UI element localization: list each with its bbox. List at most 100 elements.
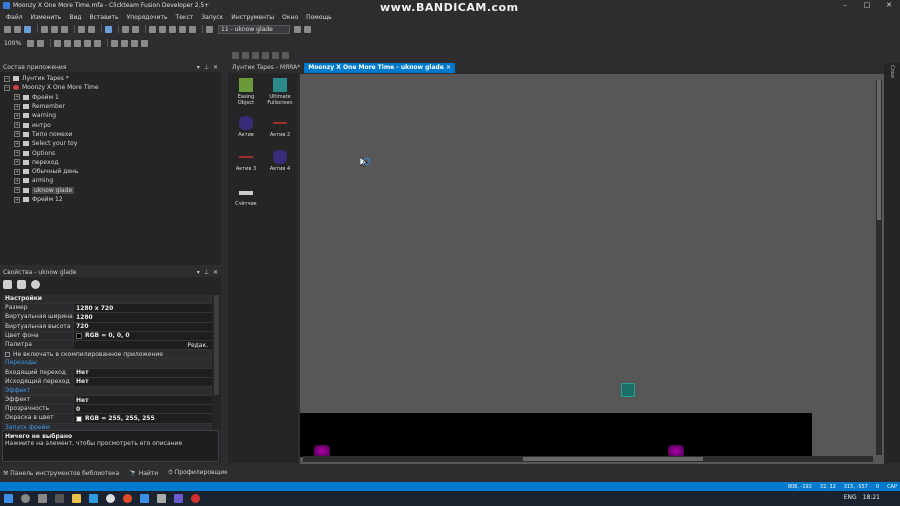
frame-select[interactable]: 11 - uknow glade [218,24,290,34]
exclude-checkbox[interactable] [5,351,10,357]
object-active[interactable]: Актив [230,116,262,138]
undo-icon[interactable] [78,25,85,33]
expand-toggle-icon[interactable]: + [14,187,20,194]
language-indicator[interactable]: ENG [844,494,857,501]
runtime-options-icon[interactable] [17,279,26,289]
tree-item[interactable]: − Лунтик Tapes * [0,74,221,83]
grid-icon[interactable] [232,51,239,59]
prop-size-value[interactable]: 1280 x 720 [74,304,212,314]
start-windows-icon[interactable] [4,494,13,503]
redo-icon[interactable] [88,25,95,33]
menu-tools[interactable]: Инструменты [231,14,274,21]
expand-toggle-icon[interactable]: + [14,140,20,147]
search-icon[interactable] [21,494,30,503]
palette-edit-button[interactable]: Редак. [187,342,208,349]
save-icon[interactable] [24,25,31,33]
file-explorer-icon[interactable] [72,494,81,503]
expand-toggle-icon[interactable]: + [14,94,20,101]
clickteam-fusion-icon[interactable] [174,494,183,503]
menu-text[interactable]: Текст [176,14,194,21]
align-icon[interactable] [262,51,269,59]
options-icon[interactable] [282,51,289,59]
next-frame-icon[interactable] [304,25,311,33]
task-view-icon[interactable] [38,494,47,503]
tree-item[interactable]: + uknow glade [0,186,221,195]
tree-item[interactable]: + Options [0,148,221,157]
section-transitions[interactable]: Переходы [2,359,212,369]
clock[interactable]: 18:21 [863,494,880,501]
tree-item[interactable]: − Moonzy X One More Time [0,83,221,92]
tab-luntik-tapes[interactable]: Лунтик Tapes - МЯRA* [228,63,305,73]
minimize-button[interactable]: – [834,0,856,11]
tree-item[interactable]: + Фрейм 12 [0,195,221,204]
expand-toggle-icon[interactable]: + [14,112,20,119]
section-effect[interactable]: Эффект [2,386,212,397]
prop-tint-value[interactable]: RGB = 255, 255, 255 [74,414,212,424]
vertical-scrollbar[interactable] [876,80,882,455]
font-icon[interactable] [54,39,62,47]
close-button[interactable]: ✕ [878,0,900,11]
about-info-icon[interactable] [31,279,40,289]
expand-toggle-icon[interactable]: + [14,150,20,157]
expand-toggle-icon[interactable]: + [14,122,20,129]
object-easing[interactable]: Easing Object [230,78,262,106]
object-active-3[interactable]: Актив 3 [230,150,262,172]
frame-play-area[interactable] [300,413,812,457]
menu-help[interactable]: Помощь [306,14,332,21]
tree-item[interactable]: + arming [0,176,221,185]
tab-profiler[interactable]: ⏱ Профилировщик [168,469,228,477]
paste-icon[interactable] [61,25,68,33]
italic-icon[interactable] [74,39,82,47]
cut-icon[interactable] [41,25,48,33]
expand-toggle-icon[interactable]: − [4,75,10,82]
fullscreen-object-instance[interactable] [621,383,635,397]
menu-view[interactable]: Вид [69,14,81,21]
tab-toolbar-library[interactable]: ⚒ Панель инструментов библиотека [3,470,119,477]
prop-virtual-width-value[interactable]: 1280 [74,313,212,323]
close-tab-icon[interactable]: ✕ [446,64,451,71]
tab-find[interactable]: 🔭 Найти [129,470,158,477]
menu-window[interactable]: Окно [282,14,298,21]
tree-item[interactable]: + Обычный день [0,167,221,176]
object-active-2[interactable]: Актив 2 [264,116,296,138]
close-panel-icon[interactable]: ✕ [213,64,218,71]
scroll-thumb[interactable] [877,80,881,220]
edge-browser-icon[interactable] [89,494,98,503]
zoom-tool-icon[interactable] [206,25,213,33]
layers-icon[interactable] [252,51,259,59]
chrome-browser-icon[interactable] [106,494,115,503]
prop-in-transition-value[interactable]: Нет [74,368,212,378]
object-ultimate-fullscreen[interactable]: Ultimate Fullscreen [264,78,296,106]
pen-icon[interactable] [37,39,45,47]
expand-toggle-icon[interactable]: + [14,196,20,203]
prev-frame-icon[interactable] [294,25,301,33]
exclude-checkbox-row[interactable]: Не включать в скомпилированное приложени… [2,350,212,360]
object-counter[interactable]: Счётчик [230,186,262,207]
frame-editor-canvas[interactable] [300,74,884,464]
bold-icon[interactable] [64,39,72,47]
menu-insert[interactable]: Вставить [90,14,119,21]
menu-arrange[interactable]: Упорядочить [127,14,168,21]
pin-icon[interactable]: ⊥ [204,64,209,71]
expand-toggle-icon[interactable]: + [14,177,20,184]
new-file-icon[interactable] [4,25,11,33]
prop-transparency-value[interactable]: 0 [74,405,212,415]
copy-icon[interactable] [51,25,58,33]
align-right-icon[interactable] [131,39,139,47]
prop-out-transition-value[interactable]: Нет [74,377,212,387]
event-editor-icon[interactable] [169,25,176,33]
menu-file[interactable]: Файл [6,14,23,21]
layers-tab[interactable]: Слои [889,65,895,78]
run-frame-icon[interactable] [132,25,139,33]
tree-item[interactable]: + Типо помехи [0,130,221,139]
section-settings[interactable]: Настройки [2,295,212,305]
settings-gear-icon[interactable] [3,279,12,289]
menu-edit[interactable]: Изменить [31,14,62,21]
expand-toggle-icon[interactable]: + [14,103,20,110]
align-left-icon[interactable] [111,39,119,47]
expand-toggle-icon[interactable]: + [14,131,20,138]
tree-item[interactable]: + warning [0,111,221,120]
tree-item[interactable]: + переход [0,158,221,167]
display-icon[interactable] [272,51,279,59]
prop-palette-value[interactable]: Редак. [74,340,212,351]
